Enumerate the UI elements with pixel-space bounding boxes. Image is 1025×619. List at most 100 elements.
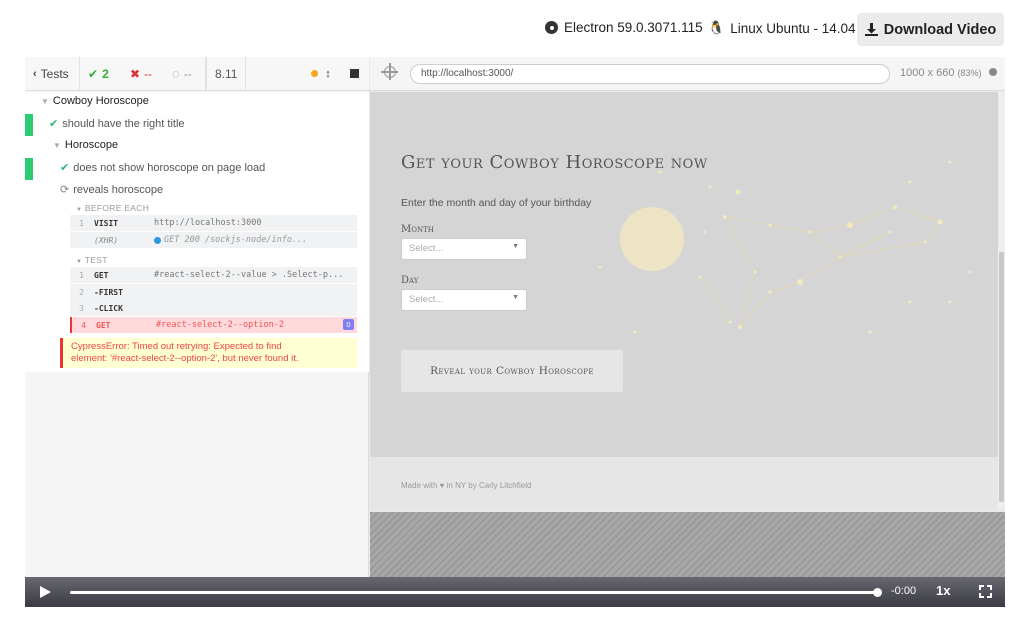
scrollbar-thumb[interactable] [999, 252, 1004, 502]
x-icon: ✖ [130, 66, 141, 81]
hook-label: TEST [84, 255, 108, 265]
reveal-horoscope-button[interactable]: Reveal your Cowboy Horoscope [401, 350, 623, 392]
progress-bar[interactable] [70, 588, 882, 597]
command-row[interactable]: 1 VISIT http://localhost:3000 [70, 215, 357, 231]
caret-down-icon: ▼ [76, 207, 83, 213]
chrome-icon [545, 21, 558, 34]
reporter-runnables: ▼ Cowboy Horoscope ✔ should have the rig… [25, 92, 369, 372]
command-number: 2 [79, 287, 84, 297]
error-line: CypressError: Timed out retrying: Expect… [71, 341, 282, 352]
download-video-button[interactable]: Download Video [857, 13, 1004, 46]
duration: 8.11 [206, 57, 246, 91]
os-info: 🐧 Linux Ubuntu - 14.04 [708, 20, 856, 36]
video-controls: -0:00 1x [25, 577, 1005, 607]
viewport-size: 1000 x 660 [900, 67, 955, 79]
command-row[interactable]: 1 GET #react-select-2--value > .Select-p… [70, 267, 357, 283]
command-row[interactable]: 2 -FIRST [70, 284, 357, 300]
app-under-test: http://localhost:3000/ 1000 x 660 (83%) [370, 57, 1005, 577]
circle-notch-icon: ◌ [172, 66, 180, 81]
month-select[interactable]: Select... ▼ [401, 238, 527, 260]
reporter-header: ‹ Tests ✔ 2 ✖ -- ◌ -- 8.11 ↕ [25, 57, 369, 91]
hook-before-each[interactable]: ▼ BEFORE EACH [76, 203, 149, 213]
month-label: Month [401, 224, 434, 235]
error-line: element: '#react-select-2--option-2', bu… [71, 353, 299, 364]
test-row-running[interactable]: ⟳ reveals horoscope [60, 183, 164, 197]
command-name: -CLICK [94, 303, 123, 313]
xhr-dot-icon [154, 236, 161, 244]
day-select[interactable]: Select... ▼ [401, 289, 527, 311]
playback-speed-button[interactable]: 1x [936, 583, 950, 598]
stop-icon [349, 69, 359, 78]
page-title: Get your Cowboy Horoscope now [401, 152, 708, 173]
command-name: (XHR) [94, 235, 119, 245]
passed-indicator [25, 114, 33, 136]
tests-label: Tests [40, 66, 69, 81]
tests-nav-button[interactable]: ‹ Tests [25, 57, 80, 91]
hook-label: BEFORE EACH [84, 203, 150, 213]
test-commands: ▼ TEST 1 GET #react-select-2--value > .S… [70, 252, 357, 334]
progress-knob[interactable] [873, 588, 882, 597]
status-dot-icon [311, 70, 319, 77]
command-message: #react-select-2--option-2 [156, 320, 284, 330]
command-number: 1 [79, 218, 84, 228]
top-info-bar: Electron 59.0.3071.115 🐧 Linux Ubuntu - … [0, 0, 1025, 56]
test-title: does not show horoscope on page load [73, 161, 266, 174]
passed-indicator [25, 158, 33, 180]
failed-count: ✖ -- [122, 57, 164, 91]
element-count-badge: 0 [343, 319, 354, 330]
command-message: #react-select-2--value > .Select-p... [154, 270, 344, 280]
footer-text: Made with ♥ in NY by Carly Litchfield [401, 481, 532, 490]
viewport-background [370, 512, 1005, 577]
test-title: should have the right title [62, 117, 185, 130]
url-bar[interactable]: http://localhost:3000/ [410, 64, 890, 84]
test-row[interactable]: ✔ does not show horoscope on page load [60, 161, 266, 175]
app-iframe: Get your Cowboy Horoscope now Enter the … [370, 92, 998, 510]
play-icon[interactable] [40, 586, 51, 598]
linux-label: Linux Ubuntu - 14.04 [730, 20, 856, 36]
hook-test[interactable]: ▼ TEST [76, 255, 108, 265]
crosshair-icon[interactable] [381, 63, 398, 80]
suite-title: Cowboy Horoscope [52, 95, 149, 107]
linux-icon: 🐧 [708, 20, 725, 35]
fullscreen-icon[interactable] [979, 585, 992, 598]
info-icon [988, 68, 997, 76]
command-message: http://localhost:3000 [154, 218, 262, 228]
scrollbar[interactable] [998, 92, 1005, 510]
hooks-container: ▼ BEFORE EACH 1 VISIT http://localhost:3… [70, 200, 357, 252]
spinner-icon: ⟳ [60, 184, 70, 196]
command-name: -FIRST [94, 287, 123, 297]
command-row-failed[interactable]: 4 GET #react-select-2--option-2 0 [70, 317, 357, 333]
command-number: 3 [79, 303, 84, 313]
chevron-left-icon: ‹ [33, 67, 37, 80]
stop-button[interactable] [339, 57, 369, 91]
passed-value: 2 [102, 66, 109, 81]
scroll-arrows-icon: ↕ [325, 67, 331, 80]
viewport-info[interactable]: 1000 x 660 (83%) [900, 67, 997, 79]
error-message[interactable]: CypressError: Timed out retrying: Expect… [60, 338, 357, 368]
test-title: reveals horoscope [73, 183, 164, 196]
viewport-scale: (83%) [957, 68, 982, 78]
suite-title: Horoscope [64, 139, 119, 151]
command-row[interactable]: (XHR) GET 200 /sockjs-node/info... [70, 232, 357, 248]
subsuite-row[interactable]: ▼ Horoscope [53, 139, 118, 151]
test-row[interactable]: ✔ should have the right title [49, 117, 185, 131]
pending-value: -- [183, 66, 192, 81]
time-remaining: -0:00 [891, 585, 917, 597]
auto-scroll-toggle[interactable]: ↕ [303, 57, 339, 91]
page-footer: Made with ♥ in NY by Carly Litchfield [370, 457, 998, 510]
moon-graphic [620, 207, 684, 271]
suite-row[interactable]: ▼ Cowboy Horoscope [41, 95, 149, 107]
electron-label: Electron 59.0.3071.115 [564, 20, 703, 35]
browser-info: Electron 59.0.3071.115 [545, 20, 703, 35]
pending-count: ◌ -- [164, 57, 206, 91]
select-placeholder: Select... [409, 294, 444, 305]
aut-header: http://localhost:3000/ 1000 x 660 (83%) [370, 57, 1005, 91]
chevron-down-icon: ▼ [512, 294, 519, 301]
command-row[interactable]: 3 -CLICK [70, 300, 357, 316]
header-spacer [246, 57, 303, 91]
page-subtitle: Enter the month and day of your birthday [401, 197, 592, 209]
check-icon: ✔ [49, 118, 59, 130]
check-icon: ✔ [60, 162, 70, 174]
failed-value: -- [144, 66, 153, 81]
select-placeholder: Select... [409, 243, 444, 254]
